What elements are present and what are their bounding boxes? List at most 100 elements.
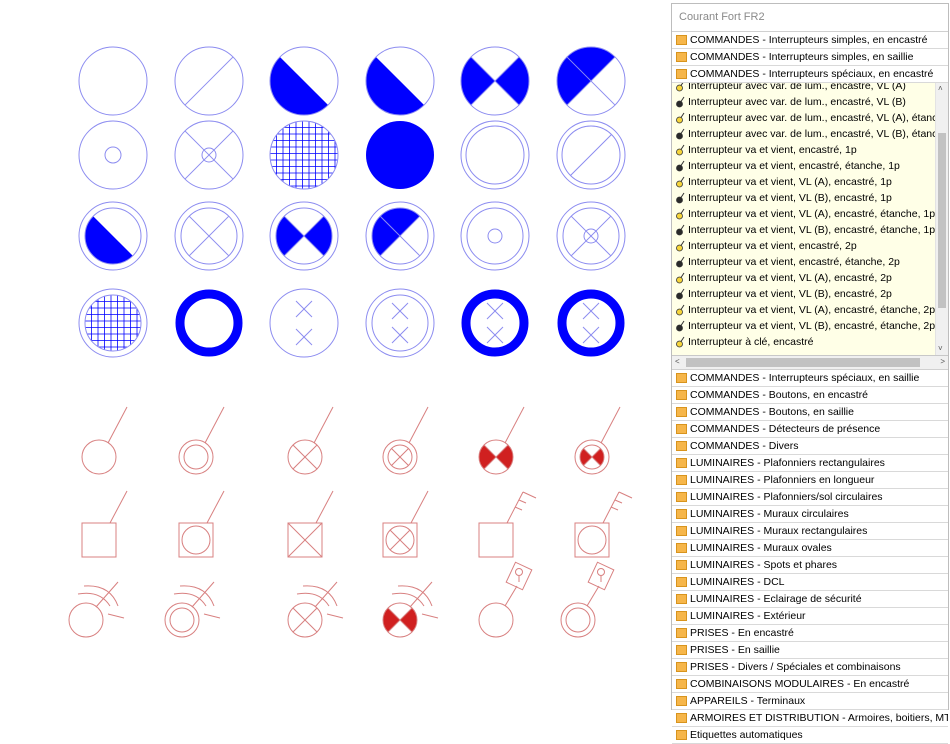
symbol-list-item[interactable]: Interrupteur va et vient, encastré, étan… [672, 254, 936, 270]
symbol-list-item[interactable]: Interrupteur à clé, encastré [672, 334, 936, 350]
symbol-list-item[interactable]: Interrupteur va et vient, VL (A), encast… [672, 206, 936, 222]
double-grid-circle-icon[interactable] [78, 288, 148, 358]
symbol-list-item[interactable]: Interrupteur va et vient, encastré, étan… [672, 158, 936, 174]
scroll-right-icon[interactable]: > [940, 357, 945, 367]
symbol-list-item[interactable]: Interrupteur avec var. de lum., encastré… [672, 126, 936, 142]
switch-red-bowtie-icon[interactable] [478, 406, 525, 475]
vertical-scrollbar[interactable]: ˄ ˅ [935, 83, 948, 355]
category-label: COMBINAISONS MODULAIRES - En encastré [690, 678, 910, 690]
switch-square-circle-icon[interactable] [178, 490, 225, 558]
symbol-list-item[interactable]: Interrupteur va et vient, VL (A), encast… [672, 270, 936, 286]
category-item[interactable]: COMBINAISONS MODULAIRES - En encastré [672, 676, 948, 693]
symbol-list-item[interactable]: Interrupteur va et vient, encastré, 1p [672, 142, 936, 158]
category-item[interactable]: LUMINAIRES - Plafonniers rectangulaires [672, 455, 948, 472]
double-dot-circle-icon[interactable] [460, 201, 530, 271]
center-dot-circle-icon[interactable] [78, 120, 148, 190]
horizontal-scrollbar[interactable]: < > [672, 356, 948, 370]
half-filled-circle-icon[interactable] [269, 46, 339, 116]
x-small-circle-icon[interactable] [174, 120, 244, 190]
category-item[interactable]: COMMANDES - Interrupteurs simples, en sa… [672, 49, 948, 66]
symbol-list-item[interactable]: Interrupteur va et vient, VL (B), encast… [672, 318, 936, 334]
scrollbar-thumb[interactable] [938, 133, 946, 308]
symbol-list-item[interactable]: Interrupteur va et vient, VL (B), encast… [672, 286, 936, 302]
category-item[interactable]: COMMANDES - Interrupteurs spéciaux, en e… [672, 66, 948, 83]
category-item[interactable]: PRISES - Divers / Spéciales et combinais… [672, 659, 948, 676]
scroll-left-icon[interactable]: < [675, 357, 680, 367]
half-filled-circle-icon[interactable] [365, 46, 435, 116]
timer-red-bowtie-icon[interactable] [382, 581, 439, 638]
thick-ring-icon[interactable] [175, 289, 243, 357]
key-lock-double-circle-icon[interactable] [560, 561, 615, 638]
symbol-list-item[interactable]: Interrupteur va et vient, encastré, 2p [672, 238, 936, 254]
switch-square-icon[interactable] [81, 490, 128, 558]
double-x-dot-circle-icon[interactable] [556, 201, 626, 271]
category-item[interactable]: LUMINAIRES - Plafonniers/sol circulaires [672, 489, 948, 506]
scroll-down-icon[interactable]: ˅ [938, 344, 943, 354]
category-item[interactable]: COMMANDES - Interrupteurs simples, en en… [672, 32, 948, 49]
timer-circle-icon[interactable] [68, 581, 125, 638]
double-x-pair-circle-icon[interactable] [365, 288, 435, 358]
symbol-list-item[interactable]: Interrupteur avec var. de lum., encastré… [672, 83, 936, 94]
diagonal-circle-icon[interactable] [174, 46, 244, 116]
category-item[interactable]: LUMINAIRES - Eclairage de sécurité [672, 591, 948, 608]
double-circle-icon[interactable] [460, 120, 530, 190]
category-item[interactable]: APPAREILS - Terminaux [672, 693, 948, 710]
category-label: LUMINAIRES - Spots et phares [690, 559, 838, 571]
symbol-list-item[interactable]: Interrupteur va et vient, VL (B), encast… [672, 190, 936, 206]
category-item[interactable]: LUMINAIRES - Muraux rectangulaires [672, 523, 948, 540]
symbol-list-item[interactable]: Interrupteur avec var. de lum., encastré… [672, 94, 936, 110]
double-x-pair-circle-icon[interactable] [269, 288, 339, 358]
horizontal-scrollbar-thumb[interactable] [686, 358, 920, 367]
category-item[interactable]: LUMINAIRES - Muraux ovales [672, 540, 948, 557]
category-item[interactable]: COMMANDES - Interrupteurs spéciaux, en s… [672, 370, 948, 387]
key-lock-circle-icon[interactable] [478, 561, 533, 638]
folder-icon [676, 628, 687, 638]
switch-double-x-circle-icon[interactable] [382, 406, 429, 475]
thick-ring-x-icon[interactable] [461, 289, 529, 357]
category-item[interactable]: LUMINAIRES - Extérieur [672, 608, 948, 625]
category-item[interactable]: COMMANDES - Détecteurs de présence [672, 421, 948, 438]
empty-circle-icon[interactable] [78, 46, 148, 116]
filled-circle-icon[interactable] [366, 121, 434, 189]
symbol-list-item[interactable]: Interrupteur va et vient, VL (A), encast… [672, 302, 936, 318]
timer-double-circle-icon[interactable] [164, 581, 221, 638]
switch-double-circle-icon[interactable] [178, 406, 225, 475]
category-label: COMMANDES - Interrupteurs spéciaux, en e… [690, 68, 934, 80]
category-item[interactable]: LUMINAIRES - DCL [672, 574, 948, 591]
symbol-list-item[interactable]: Interrupteur va et vient, VL (B), encast… [672, 222, 936, 238]
switch-x-circle-icon[interactable] [287, 406, 334, 475]
switch-square-circle-x-icon[interactable] [382, 490, 429, 558]
bowtie-circle-icon[interactable] [460, 46, 530, 116]
thick-ring-x-icon[interactable] [557, 289, 625, 357]
category-item[interactable]: Etiquettes automatiques [672, 727, 948, 744]
category-item[interactable]: COMMANDES - Boutons, en saillie [672, 404, 948, 421]
symbol-list-item[interactable]: Interrupteur avec var. de lum., encastré… [672, 110, 936, 126]
tool-palette: Courant Fort FR2 COMMANDES - Interrupteu… [671, 3, 949, 744]
double-half-filled-circle-icon[interactable] [78, 201, 148, 271]
category-item[interactable]: PRISES - En saillie [672, 642, 948, 659]
double-x-circle-icon[interactable] [174, 201, 244, 271]
grid-circle-icon[interactable] [269, 120, 339, 190]
key-switch-square-circle-icon[interactable] [574, 491, 633, 558]
symbol-list-item[interactable]: Interrupteur va et vient, VL (A), encast… [672, 174, 936, 190]
category-item[interactable]: LUMINAIRES - Spots et phares [672, 557, 948, 574]
category-item[interactable]: COMMANDES - Divers [672, 438, 948, 455]
category-label: COMMANDES - Divers [690, 440, 799, 452]
category-item[interactable]: LUMINAIRES - Muraux circulaires [672, 506, 948, 523]
folder-icon [676, 696, 687, 706]
drawing-canvas[interactable] [0, 0, 668, 713]
category-item[interactable]: COMMANDES - Boutons, en encastré [672, 387, 948, 404]
category-item[interactable]: LUMINAIRES - Plafonniers en longueur [672, 472, 948, 489]
scroll-up-icon[interactable]: ˄ [938, 84, 943, 94]
key-switch-square-icon[interactable] [478, 491, 537, 558]
folder-icon [676, 458, 687, 468]
switch-circle-icon[interactable] [81, 406, 128, 475]
timer-x-circle-icon[interactable] [287, 581, 344, 638]
triangle-circle-icon[interactable] [556, 46, 626, 116]
double-diagonal-circle-icon[interactable] [556, 120, 626, 190]
double-triangle-circle-icon[interactable] [365, 201, 435, 271]
switch-double-red-bowtie-icon[interactable] [574, 406, 621, 475]
category-item[interactable]: PRISES - En encastré [672, 625, 948, 642]
double-bowtie-circle-icon[interactable] [269, 201, 339, 271]
switch-square-x-icon[interactable] [287, 490, 334, 558]
